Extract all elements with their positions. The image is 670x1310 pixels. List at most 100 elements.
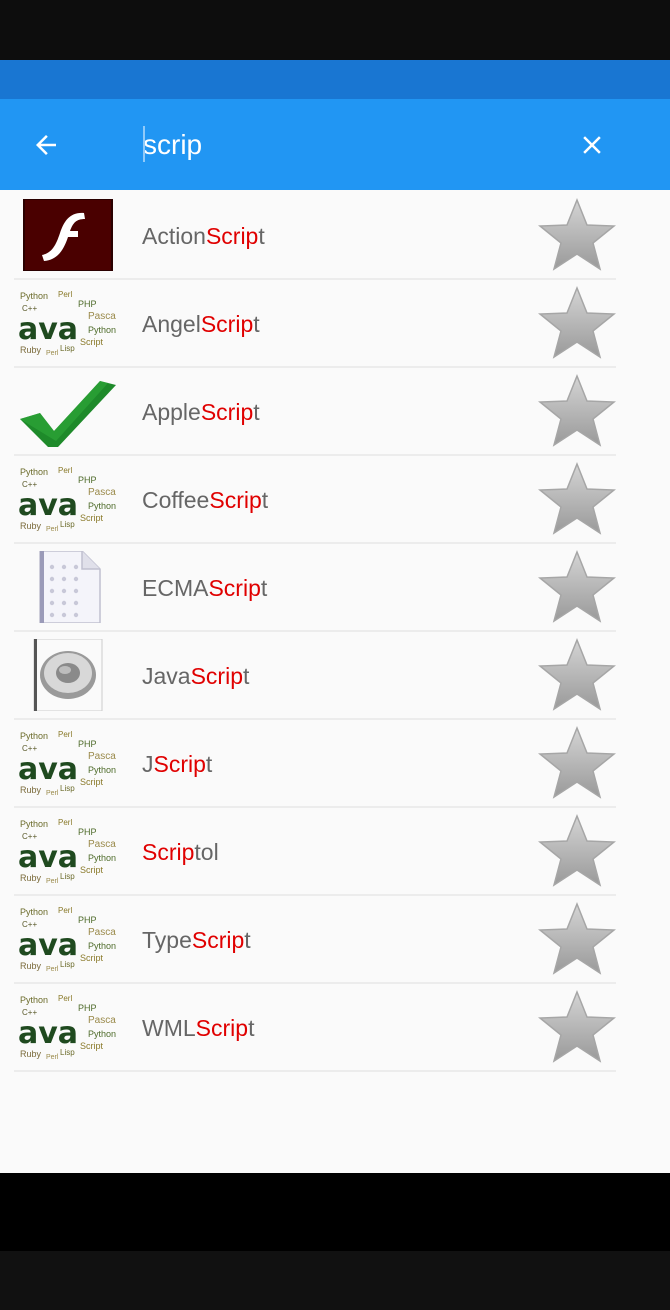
- svg-text:Perl: Perl: [46, 350, 59, 357]
- label-suffix: t: [248, 1015, 255, 1041]
- label-suffix: t: [258, 223, 265, 249]
- svg-text:Pascal: Pascal: [88, 751, 116, 762]
- svg-text:PHP: PHP: [78, 739, 97, 749]
- star-icon[interactable]: [537, 813, 617, 889]
- label-prefix: Angel: [142, 311, 201, 337]
- result-row[interactable]: AppleScript: [14, 368, 617, 456]
- svg-text:Python: Python: [20, 467, 48, 477]
- star-icon[interactable]: [537, 637, 617, 713]
- arrow-left-icon: [36, 135, 56, 155]
- label-match-highlight: Scrip: [191, 927, 245, 953]
- language-wordcloud-icon: Python Perl PHP Pascal C++ Ruby Lisp Script Pyth…: [18, 727, 116, 799]
- svg-text:Python: Python: [88, 765, 116, 775]
- text-cursor: [143, 126, 145, 162]
- flash-logo-icon: [18, 199, 116, 271]
- result-label: Scriptol: [142, 808, 219, 894]
- svg-text:Python: Python: [20, 291, 48, 301]
- svg-text:ava: ava: [18, 840, 78, 875]
- svg-text:Perl: Perl: [46, 790, 59, 797]
- result-row[interactable]: Python Perl PHP Pascal C++ Ruby Lisp Script Pyth…: [14, 984, 617, 1072]
- svg-text:Script: Script: [80, 337, 104, 347]
- result-row[interactable]: ActionScript: [14, 192, 617, 280]
- result-row[interactable]: ECMAScript: [14, 544, 617, 632]
- svg-text:Python: Python: [88, 325, 116, 335]
- label-match-highlight: Scrip: [190, 663, 243, 689]
- result-label: CoffeeScript: [142, 456, 268, 542]
- svg-text:Pascal: Pascal: [88, 839, 116, 850]
- result-label: ActionScript: [142, 192, 265, 278]
- label-suffix: t: [253, 399, 260, 425]
- result-row[interactable]: Python Perl PHP Pascal C++ Ruby Lisp Script Pyth…: [14, 896, 617, 984]
- label-prefix: ECMA: [142, 575, 209, 601]
- bottom-strip: [0, 1251, 670, 1310]
- svg-text:ava: ava: [18, 752, 78, 787]
- svg-text:Script: Script: [80, 777, 104, 787]
- label-suffix: t: [260, 575, 268, 601]
- label-match-highlight: Scrip: [200, 311, 254, 337]
- result-label: AppleScript: [142, 368, 260, 454]
- svg-text:Python: Python: [88, 941, 116, 951]
- results-list: ActionScript Python Perl PHP Pascal C++ Ruby Li…: [0, 190, 670, 1173]
- label-suffix: t: [243, 663, 250, 689]
- document-icon: [18, 551, 116, 623]
- result-label: ECMAScript: [142, 544, 267, 630]
- result-label: AngelScript: [142, 280, 260, 366]
- star-icon[interactable]: [537, 725, 617, 801]
- svg-text:Perl: Perl: [58, 994, 72, 1003]
- star-icon[interactable]: [537, 197, 617, 273]
- svg-text:ava: ava: [18, 928, 78, 963]
- star-icon[interactable]: [537, 549, 617, 625]
- result-row[interactable]: Python Perl PHP Pascal C++ Ruby Lisp Script Pyth…: [14, 456, 617, 544]
- speaker-icon: [18, 639, 116, 711]
- svg-text:Script: Script: [80, 953, 104, 963]
- svg-text:Perl: Perl: [46, 526, 59, 533]
- search-input[interactable]: [143, 121, 543, 169]
- checkmark-icon: [18, 375, 116, 447]
- svg-text:Perl: Perl: [58, 730, 72, 739]
- star-icon[interactable]: [537, 989, 617, 1065]
- svg-text:Pascal: Pascal: [88, 1015, 116, 1026]
- svg-text:Pascal: Pascal: [88, 927, 116, 938]
- label-suffix: t: [261, 487, 269, 513]
- result-row[interactable]: Python Perl PHP Pascal C++ Ruby Lisp Script Pyth…: [14, 280, 617, 368]
- label-match-highlight: Scrip: [142, 839, 195, 865]
- svg-text:ava: ava: [18, 1016, 78, 1051]
- svg-text:PHP: PHP: [78, 827, 97, 837]
- result-row[interactable]: Python Perl PHP Pascal C++ Ruby Lisp Script Pyth…: [14, 720, 617, 808]
- svg-text:ava: ava: [18, 312, 78, 347]
- star-icon[interactable]: [537, 373, 617, 449]
- result-label: TypeScript: [142, 896, 251, 982]
- language-wordcloud-icon: Python Perl PHP Pascal C++ Ruby Lisp Script Pyth…: [18, 815, 116, 887]
- svg-text:PHP: PHP: [78, 475, 97, 485]
- clear-search-button[interactable]: [566, 121, 618, 169]
- result-label: WMLScript: [142, 984, 254, 1070]
- label-suffix: t: [244, 927, 251, 953]
- svg-text:Perl: Perl: [46, 966, 59, 973]
- svg-text:Python: Python: [20, 819, 48, 829]
- label-match-highlight: Scrip: [209, 487, 262, 513]
- star-icon[interactable]: [537, 901, 617, 977]
- label-prefix: J: [142, 751, 154, 777]
- label-match-highlight: Scrip: [200, 399, 254, 425]
- svg-text:ava: ava: [18, 488, 78, 523]
- svg-text:Script: Script: [80, 865, 104, 875]
- result-row[interactable]: JavaScript: [14, 632, 617, 720]
- language-wordcloud-icon: Python Perl PHP Pascal C++ Ruby Lisp Script Pyth…: [18, 287, 116, 359]
- star-icon[interactable]: [537, 461, 617, 537]
- svg-text:Python: Python: [88, 1029, 116, 1039]
- svg-text:Perl: Perl: [58, 906, 72, 915]
- result-row[interactable]: Python Perl PHP Pascal C++ Ruby Lisp Script Pyth…: [14, 808, 617, 896]
- svg-text:Python: Python: [20, 731, 48, 741]
- label-prefix: Apple: [142, 399, 201, 425]
- svg-text:Perl: Perl: [58, 466, 72, 475]
- status-bar: [0, 0, 670, 60]
- svg-text:PHP: PHP: [78, 299, 97, 309]
- svg-text:Python: Python: [88, 501, 116, 511]
- svg-text:Python: Python: [88, 853, 116, 863]
- result-label: JavaScript: [142, 632, 249, 718]
- back-button[interactable]: [20, 121, 72, 169]
- svg-text:Script: Script: [80, 513, 104, 523]
- svg-text:Pascal: Pascal: [88, 487, 116, 498]
- label-prefix: Java: [142, 663, 191, 689]
- star-icon[interactable]: [537, 285, 617, 361]
